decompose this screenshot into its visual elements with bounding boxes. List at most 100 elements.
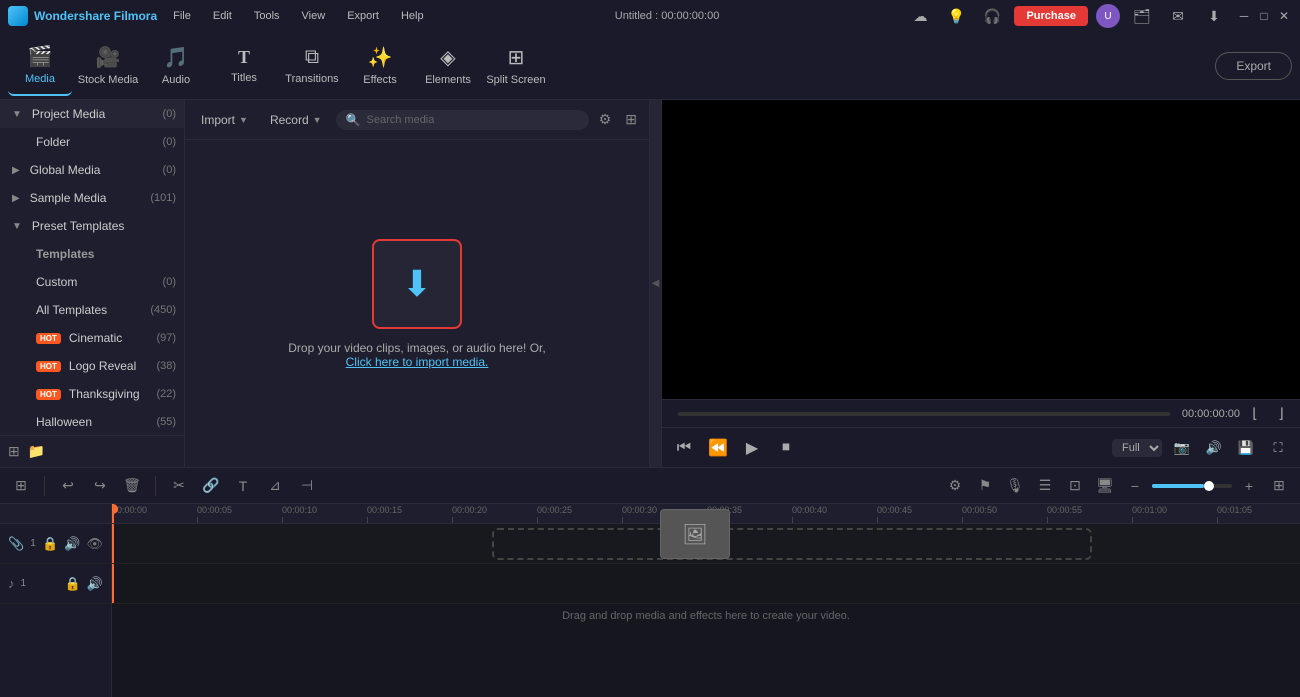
adjust-button[interactable]: ⊿ bbox=[262, 473, 288, 499]
tl-pip-icon[interactable]: ⊡ bbox=[1062, 473, 1088, 499]
light-icon[interactable]: 💡 bbox=[942, 2, 970, 30]
eye-icon-video[interactable]: 👁 bbox=[86, 536, 103, 552]
play-button[interactable]: ▶ bbox=[738, 434, 766, 462]
import-button[interactable]: Import ▼ bbox=[193, 109, 256, 131]
cloud-icon[interactable]: ☁ bbox=[906, 2, 934, 30]
bracket-in-icon[interactable]: ⌊ bbox=[1244, 403, 1266, 425]
zoom-slider[interactable] bbox=[1152, 484, 1232, 488]
media-toolbar-right: ⚙ ⊞ bbox=[595, 109, 641, 130]
grid-icon[interactable]: ⊞ bbox=[8, 443, 20, 460]
redo-button[interactable]: ↪ bbox=[87, 473, 113, 499]
toolbar-elements[interactable]: ◈ Elements bbox=[416, 36, 480, 96]
menu-export[interactable]: Export bbox=[343, 8, 383, 24]
elements-icon: ◈ bbox=[440, 45, 455, 70]
sidebar-item-all-templates[interactable]: All Templates (450) bbox=[28, 296, 184, 324]
save-frame-icon[interactable]: 💾 bbox=[1232, 434, 1260, 462]
grid-view-icon[interactable]: ⊞ bbox=[621, 109, 641, 130]
drop-box[interactable]: ⬇ bbox=[372, 239, 462, 329]
volume-icon-audio[interactable]: 🔊 bbox=[87, 576, 103, 592]
toolbar-audio[interactable]: 🎵 Audio bbox=[144, 36, 208, 96]
purchase-button[interactable]: Purchase bbox=[1014, 6, 1088, 26]
undo-button[interactable]: ↩ bbox=[55, 473, 81, 499]
text-button[interactable]: T bbox=[230, 473, 256, 499]
toolbar-titles[interactable]: T Titles bbox=[212, 36, 276, 96]
lock-icon-video[interactable]: 🔒 bbox=[42, 536, 58, 552]
tl-voiceover-icon[interactable]: 🎙 bbox=[1002, 473, 1028, 499]
bell-icon[interactable]: ✉ bbox=[1164, 2, 1192, 30]
tl-marker-icon[interactable]: ⚑ bbox=[972, 473, 998, 499]
cloud2-icon[interactable]: 🗂 bbox=[1128, 2, 1156, 30]
media-drop-area: ⬇ Drop your video clips, images, or audi… bbox=[185, 140, 649, 467]
stop-button[interactable]: ⏹ bbox=[772, 434, 800, 462]
video-drop-hint[interactable] bbox=[492, 528, 1092, 560]
close-button[interactable]: ✕ bbox=[1276, 8, 1292, 24]
tl-snap-icon[interactable]: ⚙ bbox=[942, 473, 968, 499]
ruler-mark-9: 00:00:45 bbox=[877, 505, 962, 523]
sidebar-item-global-media[interactable]: ▶ Global Media (0) bbox=[0, 156, 184, 184]
cut-button[interactable]: ✂ bbox=[166, 473, 192, 499]
sidebar-item-preset-templates[interactable]: ▼ Preset Templates bbox=[0, 212, 184, 240]
search-bar[interactable]: 🔍 bbox=[336, 110, 589, 130]
sidebar-item-halloween[interactable]: Halloween (55) bbox=[28, 408, 184, 435]
sidebar-item-templates-header[interactable]: Templates bbox=[28, 240, 184, 268]
volume-icon[interactable]: 🔊 bbox=[1200, 434, 1228, 462]
preview-playback-controls: ⏮ ⏪ ▶ ⏹ Full 📷 🔊 💾 ⛶ bbox=[662, 427, 1300, 467]
snapshot-icon[interactable]: 📷 bbox=[1168, 434, 1196, 462]
bracket-out-icon[interactable]: ⌋ bbox=[1270, 403, 1292, 425]
menu-view[interactable]: View bbox=[298, 8, 330, 24]
panel-collapse-toggle[interactable]: ◀ bbox=[650, 100, 662, 467]
sidebar-count-sample-media: (101) bbox=[150, 192, 176, 204]
sidebar-item-thanksgiving[interactable]: HOT Thanksgiving (22) bbox=[28, 380, 184, 408]
menu-tools[interactable]: Tools bbox=[250, 8, 284, 24]
playhead[interactable] bbox=[112, 504, 114, 523]
toolbar-split[interactable]: ⊞ Split Screen bbox=[484, 36, 548, 96]
filter-icon[interactable]: ⚙ bbox=[595, 109, 616, 130]
skip-back-button[interactable]: ⏮ bbox=[670, 434, 698, 462]
lock-icon-audio[interactable]: 🔒 bbox=[65, 576, 81, 592]
toolbar-stock[interactable]: 🎥 Stock Media bbox=[76, 36, 140, 96]
record-button[interactable]: Record ▼ bbox=[262, 109, 330, 131]
import-link[interactable]: Click here to import media. bbox=[346, 355, 489, 369]
sidebar-item-folder[interactable]: Folder (0) bbox=[28, 128, 184, 156]
search-icon: 🔍 bbox=[346, 113, 361, 127]
sidebar-item-custom[interactable]: Custom (0) bbox=[28, 268, 184, 296]
headset-icon[interactable]: 🎧 bbox=[978, 2, 1006, 30]
sidebar-item-project-media[interactable]: ▼ Project Media (0) bbox=[0, 100, 184, 128]
sidebar-section-global: ▶ Global Media (0) bbox=[0, 156, 184, 184]
zoom-in-button[interactable]: + bbox=[1236, 473, 1262, 499]
preview-progress-track[interactable] bbox=[678, 412, 1170, 416]
tl-mode-icon[interactable]: ⊞ bbox=[8, 473, 34, 499]
folder-icon[interactable]: 📁 bbox=[28, 443, 45, 460]
title-bar: Wondershare Filmora File Edit Tools View… bbox=[0, 0, 1300, 32]
quality-select[interactable]: Full bbox=[1112, 439, 1162, 457]
sidebar-section-presets: ▼ Preset Templates Templates Custom (0) … bbox=[0, 212, 184, 435]
zoom-out-button[interactable]: − bbox=[1122, 473, 1148, 499]
download-icon[interactable]: ⬇ bbox=[1200, 2, 1228, 30]
avatar[interactable]: U bbox=[1096, 4, 1120, 28]
toolbar-media[interactable]: 🎬 Media bbox=[8, 36, 72, 96]
app-name: Wondershare Filmora bbox=[34, 9, 157, 23]
zoom-fit-button[interactable]: ⊞ bbox=[1266, 473, 1292, 499]
tl-track-mgmt-icon[interactable]: ☰ bbox=[1032, 473, 1058, 499]
toolbar-transitions[interactable]: ⧉ Transitions bbox=[280, 36, 344, 96]
sidebar-item-logo-reveal[interactable]: HOT Logo Reveal (38) bbox=[28, 352, 184, 380]
toolbar-effects[interactable]: ✨ Effects bbox=[348, 36, 412, 96]
zoom-thumb[interactable] bbox=[1204, 481, 1214, 491]
delete-button[interactable]: 🗑 bbox=[119, 473, 145, 499]
minimize-button[interactable]: ─ bbox=[1236, 8, 1252, 24]
sidebar-item-cinematic[interactable]: HOT Cinematic (97) bbox=[28, 324, 184, 352]
link-button[interactable]: 🔗 bbox=[198, 473, 224, 499]
menu-file[interactable]: File bbox=[169, 8, 195, 24]
maximize-button[interactable]: □ bbox=[1256, 8, 1272, 24]
toolbar-effects-label: Effects bbox=[363, 74, 396, 86]
volume-icon-video[interactable]: 🔊 bbox=[64, 536, 80, 552]
step-back-button[interactable]: ⏪ bbox=[704, 434, 732, 462]
tl-screen-icon[interactable]: 🖥 bbox=[1092, 473, 1118, 499]
menu-help[interactable]: Help bbox=[397, 8, 428, 24]
export-button[interactable]: Export bbox=[1215, 52, 1292, 80]
menu-edit[interactable]: Edit bbox=[209, 8, 236, 24]
sidebar-item-sample-media[interactable]: ▶ Sample Media (101) bbox=[0, 184, 184, 212]
fullscreen-icon[interactable]: ⛶ bbox=[1264, 434, 1292, 462]
multi-trim-button[interactable]: ⊣ bbox=[294, 473, 320, 499]
search-input[interactable] bbox=[367, 114, 579, 126]
